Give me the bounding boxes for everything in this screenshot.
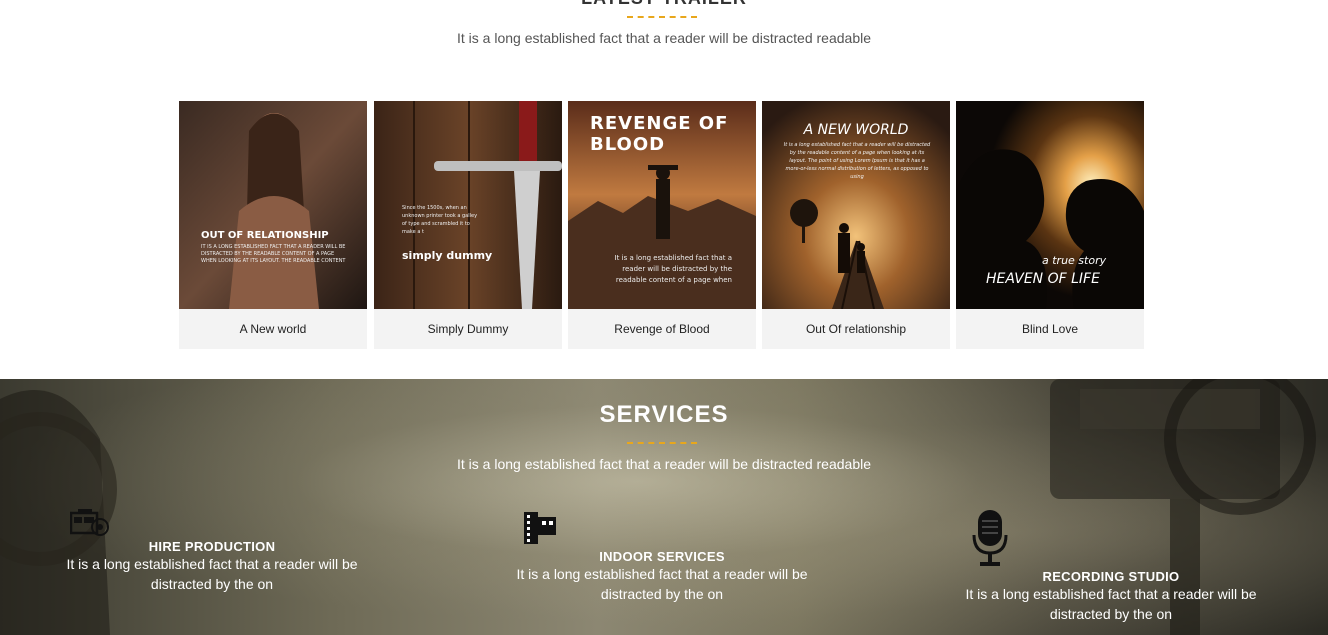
trailer-card-list: OUT OF RELATIONSHIP It is a long establi…	[179, 101, 1144, 349]
film-strip-icon	[523, 511, 557, 550]
services-title: SERVICES	[599, 401, 729, 428]
services-section: SERVICES It is a long established fact t…	[0, 379, 1328, 635]
trailer-poster[interactable]: REVENGE OF BLOOD It is a long establishe…	[568, 101, 756, 309]
trailer-caption[interactable]: Blind Love	[956, 309, 1144, 349]
service-recording-studio: RECORDING STUDIO It is a long establishe…	[961, 569, 1261, 624]
service-hire-production: HIRE PRODUCTION It is a long established…	[62, 539, 362, 594]
latest-trailer-section: LATEST TRAILER It is a long established …	[0, 0, 1328, 379]
poster-tagline: a true story	[1042, 254, 1107, 267]
trailer-card[interactable]: Since the 1500s, when an unknown printer…	[374, 101, 562, 349]
trailer-card[interactable]: REVENGE OF BLOOD It is a long establishe…	[568, 101, 756, 349]
microphone-icon	[972, 509, 1008, 572]
service-indoor-services: INDOOR SERVICES It is a long established…	[512, 549, 812, 604]
services-subtitle: It is a long established fact that a rea…	[456, 456, 872, 472]
poster-text: It is a long established fact that a rea…	[614, 254, 732, 284]
poster-title: OUT OF RELATIONSHIP	[201, 230, 329, 241]
service-text: It is a long established fact that a rea…	[66, 556, 358, 592]
service-title: HIRE PRODUCTION	[148, 539, 276, 554]
service-title: INDOOR SERVICES	[599, 549, 725, 564]
trailer-title: LATEST TRAILER	[0, 0, 1328, 9]
service-text: It is a long established fact that a rea…	[516, 566, 808, 602]
trailer-card[interactable]: A NEW WORLD It is a long established fac…	[762, 101, 950, 349]
poster-text: It is a long established fact that a rea…	[201, 244, 346, 264]
trailer-subtitle: It is a long established fact that a rea…	[456, 30, 872, 46]
trailer-card[interactable]: OUT OF RELATIONSHIP It is a long establi…	[179, 101, 367, 349]
poster-text: Since the 1500s, when an unknown printer…	[402, 205, 478, 235]
trailer-poster[interactable]: a true story HEAVEN OF LIFE	[956, 101, 1144, 309]
poster-title: simply dummy	[402, 249, 492, 262]
trailer-caption[interactable]: A New world	[179, 309, 367, 349]
trailer-caption[interactable]: Revenge of Blood	[568, 309, 756, 349]
trailer-poster[interactable]: OUT OF RELATIONSHIP It is a long establi…	[179, 101, 367, 309]
trailer-card[interactable]: a true story HEAVEN OF LIFE Blind Love	[956, 101, 1144, 349]
poster-title: A NEW WORLD	[803, 122, 909, 138]
trailer-caption[interactable]: Out Of relationship	[762, 309, 950, 349]
services-divider	[627, 442, 697, 444]
trailer-poster[interactable]: Since the 1500s, when an unknown printer…	[374, 101, 562, 309]
service-title: RECORDING STUDIO	[1042, 569, 1180, 584]
trailer-poster[interactable]: A NEW WORLD It is a long established fac…	[762, 101, 950, 309]
trailer-caption[interactable]: Simply Dummy	[374, 309, 562, 349]
trailer-divider	[627, 16, 697, 18]
poster-title: HEAVEN OF LIFE	[986, 271, 1100, 287]
poster-text: It is a long established fact that a rea…	[783, 142, 931, 180]
poster-title: REVENGE OF BLOOD	[590, 113, 729, 155]
service-text: It is a long established fact that a rea…	[965, 586, 1257, 622]
